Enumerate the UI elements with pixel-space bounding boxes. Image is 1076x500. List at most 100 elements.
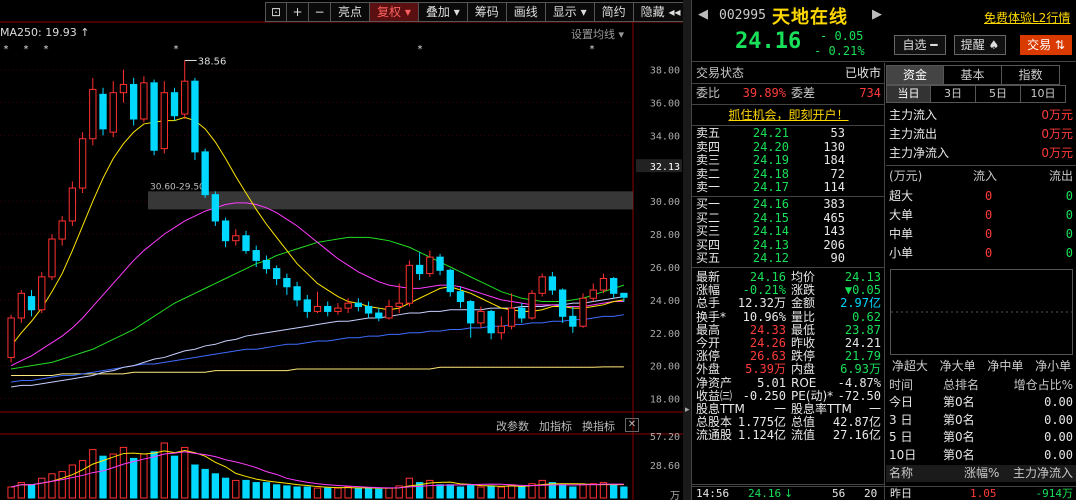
rank-header: 时间 总排名 增仓占比% bbox=[886, 377, 1076, 394]
volume-bar bbox=[579, 484, 587, 499]
tab-fund[interactable]: 资金 bbox=[886, 65, 944, 85]
ask-row: 卖二 24.18 72 bbox=[692, 166, 885, 181]
volume-bar bbox=[507, 484, 516, 499]
rank-period: 5 日 bbox=[889, 430, 913, 444]
volume-bar bbox=[129, 457, 138, 499]
candle-body bbox=[364, 305, 373, 314]
l2-trial-link[interactable]: 免费体验L2行情 bbox=[984, 9, 1070, 26]
candle-body bbox=[191, 80, 199, 153]
volume-bar bbox=[38, 477, 46, 499]
rank-row: 今日 第0名 0.00 bbox=[886, 394, 1076, 411]
price-change-pct: - 0.21% bbox=[814, 44, 865, 58]
volume-bar bbox=[610, 484, 618, 499]
volume-bar bbox=[405, 477, 414, 499]
candle-body bbox=[395, 302, 403, 307]
stat-value: 1.124亿 bbox=[737, 428, 786, 443]
candle-body bbox=[262, 259, 271, 270]
rank-ratio: 0.00 bbox=[1044, 395, 1073, 409]
swap-indicator-button[interactable]: 换指标 bbox=[582, 418, 615, 434]
bid-label: 买一 bbox=[696, 197, 721, 211]
candle-body bbox=[38, 276, 46, 311]
volume-bar bbox=[191, 464, 199, 499]
toolbar-hide[interactable]: 隐藏 ◂◂ bbox=[633, 2, 689, 22]
volume-bar bbox=[569, 486, 577, 499]
toolbar-draw[interactable]: 画线 bbox=[506, 2, 546, 22]
volume-bar bbox=[303, 486, 311, 499]
add-favorite-button[interactable]: 自选 ━ bbox=[894, 35, 946, 55]
event-star-icon: * bbox=[174, 44, 179, 55]
candle-body bbox=[497, 325, 506, 334]
volume-bar bbox=[68, 464, 77, 499]
candle-body bbox=[467, 301, 475, 324]
rank-col-time: 时间 bbox=[889, 378, 914, 392]
bid-qty: 383 bbox=[823, 197, 845, 211]
candle-body bbox=[518, 307, 526, 319]
close-icon[interactable]: ✕ bbox=[625, 418, 639, 432]
ask-row: 卖五 24.21 53 bbox=[692, 127, 885, 140]
candle-body bbox=[252, 250, 260, 261]
lock-icon[interactable]: ⊡ bbox=[265, 2, 287, 22]
price-tick-label: 24.00 bbox=[650, 296, 680, 307]
toolbar-highlight[interactable]: 亮点 bbox=[331, 2, 371, 22]
tab-10day[interactable]: 10日 bbox=[1021, 85, 1066, 103]
ask-price: 24.18 bbox=[752, 166, 789, 181]
rank-ratio: 0.00 bbox=[1044, 447, 1073, 462]
rank-value: 第0名 bbox=[943, 430, 975, 444]
tab-today[interactable]: 当日 bbox=[886, 85, 931, 103]
candle-body bbox=[507, 307, 516, 327]
collapse-arrow-icon[interactable]: ▸ bbox=[685, 405, 690, 415]
tick-price: 24.16 bbox=[748, 487, 782, 500]
tick-volume: 56 bbox=[832, 487, 846, 500]
ask-row: 卖三 24.19 184 bbox=[692, 154, 885, 167]
next-stock-icon[interactable]: ▶ bbox=[872, 7, 882, 22]
panel-collapse-bar[interactable] bbox=[683, 0, 691, 500]
ask-row: 卖一 24.17 114 bbox=[692, 181, 885, 194]
volume-bar bbox=[78, 460, 87, 499]
candle-body bbox=[181, 80, 189, 115]
set-ma-button[interactable]: 设置均线 ▾ bbox=[571, 26, 624, 42]
volume-bar bbox=[589, 483, 597, 499]
flow-row: 主力净流入 0万元 bbox=[886, 144, 1076, 163]
toolbar-chips[interactable]: 筹码 bbox=[467, 2, 507, 22]
tick-time: 14:56 bbox=[696, 487, 730, 500]
bottom-table-header: 名称 涨幅% 主力净流入 bbox=[886, 465, 1076, 482]
candle-body bbox=[160, 92, 168, 150]
prev-stock-icon[interactable]: ◀ bbox=[698, 7, 708, 22]
toolbar-simple[interactable]: 简约 bbox=[594, 2, 634, 22]
candle-body bbox=[569, 315, 577, 327]
alert-button[interactable]: 提醒 ♠ bbox=[954, 35, 1006, 55]
zoom-in-icon[interactable]: + bbox=[287, 2, 309, 22]
price-tick-label: 30.00 bbox=[650, 197, 680, 208]
candle-body bbox=[385, 305, 393, 319]
toolbar-display-dropdown[interactable]: 显示 ▾ bbox=[545, 2, 595, 22]
add-indicator-button[interactable]: 加指标 bbox=[539, 418, 572, 434]
volume-bar bbox=[7, 486, 15, 499]
open-account-promo[interactable]: 抓住机会，即刻开户！ bbox=[692, 107, 885, 124]
flow-label: 主力净流入 bbox=[889, 146, 950, 160]
flow-label: 主力流出 bbox=[889, 127, 938, 141]
rank-value: 第0名 bbox=[943, 412, 975, 427]
kline-chart-area[interactable]: 38.00 36.00 34.00 32.13 30.00 28.00 26.00 24.00… bbox=[0, 0, 691, 500]
trade-button[interactable]: 交易 ⇅ bbox=[1020, 35, 1072, 55]
price-tick-label: 22.00 bbox=[650, 329, 680, 340]
ask-price: 24.19 bbox=[752, 153, 789, 168]
bottom-row-net: -914万 bbox=[1035, 487, 1074, 500]
rank-value: 第0名 bbox=[943, 447, 975, 462]
stock-header: ◀ 002995 天地在线 ▶ 免费体验L2行情 24.16 - 0.05 - … bbox=[692, 0, 1076, 62]
weicha-label: 委差 bbox=[791, 86, 816, 100]
event-star-icon: * bbox=[44, 44, 49, 55]
price-tick-label: 28.00 bbox=[650, 230, 680, 241]
toolbar-overlay-dropdown[interactable]: 叠加 ▾ bbox=[418, 2, 468, 22]
volume-bar bbox=[242, 479, 250, 499]
flow-value: 0万元 bbox=[1041, 108, 1073, 122]
flow-table-row: 中单 0 0 bbox=[886, 225, 1076, 244]
zoom-out-icon[interactable]: − bbox=[309, 2, 331, 22]
tab-3day[interactable]: 3日 bbox=[931, 85, 976, 103]
toolbar-adjust-dropdown[interactable]: 复权 ▾ bbox=[370, 2, 419, 22]
tab-5day[interactable]: 5日 bbox=[976, 85, 1021, 103]
edit-params-button[interactable]: 改参数 bbox=[496, 418, 529, 434]
volume-bar bbox=[201, 468, 209, 499]
tab-index[interactable]: 指数 bbox=[1002, 65, 1060, 85]
tab-basic[interactable]: 基本 bbox=[944, 65, 1002, 85]
net-medium-label: 净中单 bbox=[987, 359, 1024, 373]
